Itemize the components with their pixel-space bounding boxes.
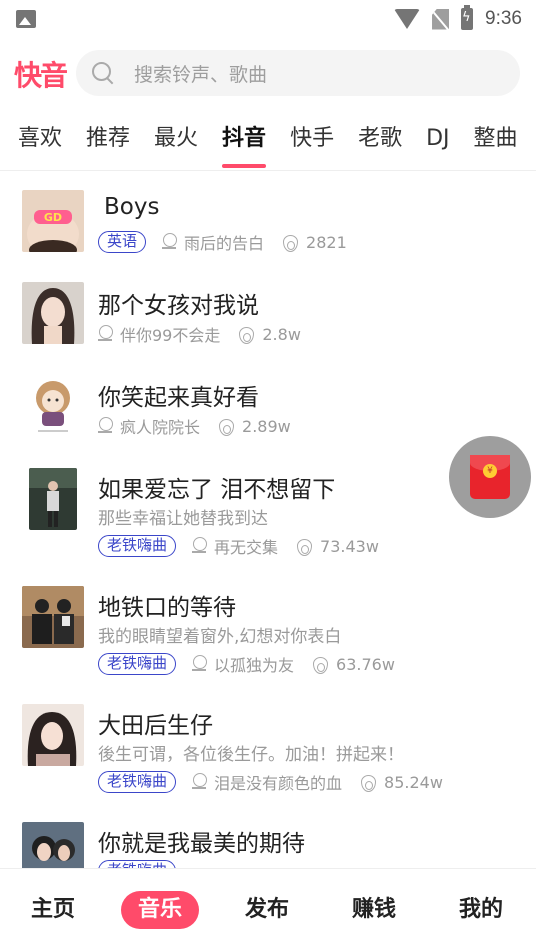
- tab-dj[interactable]: DJ: [426, 116, 449, 170]
- song-cover: [22, 374, 84, 436]
- song-title: 你就是我最美的期待: [98, 831, 305, 857]
- artist-name: 再无交集: [214, 538, 279, 557]
- song-row[interactable]: 你就是我最美的期待 老铁嗨曲: [0, 822, 536, 868]
- artist-name: 疯人院院长: [120, 418, 201, 437]
- play-count: 2821: [306, 232, 347, 252]
- search-icon: [92, 62, 114, 84]
- song-row[interactable]: GD Boys 英语 雨后的告白 2821: [0, 188, 536, 268]
- fire-icon: [360, 773, 377, 792]
- gallery-icon: [16, 10, 36, 28]
- nav-publish[interactable]: 发布: [245, 891, 289, 929]
- nav-music[interactable]: 音乐: [121, 891, 200, 929]
- fire-icon: [296, 537, 313, 556]
- bottom-nav: 主页 音乐 发布 赚钱 我的: [0, 868, 536, 952]
- song-cover: [22, 704, 84, 766]
- song-title: 地铁口的等待: [98, 595, 236, 621]
- red-packet-button[interactable]: [449, 436, 531, 518]
- search-input[interactable]: 搜索铃声、歌曲: [76, 50, 520, 96]
- svg-text:GD: GD: [44, 211, 62, 224]
- genre-tag[interactable]: 老铁嗨曲: [98, 535, 177, 557]
- song-cover: GD: [22, 190, 84, 252]
- tab-hottest[interactable]: 最火: [154, 116, 198, 170]
- genre-tag[interactable]: 老铁嗨曲: [98, 771, 177, 793]
- user-icon: [192, 773, 208, 791]
- user-icon: [192, 655, 208, 673]
- play-count: 2.89w: [242, 416, 291, 436]
- wifi-icon: [394, 9, 421, 29]
- tab-like[interactable]: 喜欢: [18, 116, 62, 170]
- fire-icon: [218, 417, 235, 436]
- nav-home[interactable]: 主页: [31, 891, 75, 929]
- song-row[interactable]: 你笑起来真好看 疯人院院长 2.89w: [0, 372, 536, 452]
- song-title: 那个女孩对我说: [98, 293, 259, 319]
- user-icon: [98, 417, 113, 435]
- song-meta: 老铁嗨曲 以孤独为友 63.76w: [98, 652, 395, 676]
- user-icon: [192, 537, 208, 555]
- play-count: 63.76w: [336, 654, 395, 674]
- status-bar: ϟ 9:36: [0, 0, 536, 38]
- app-logo: 快音: [14, 61, 68, 92]
- nav-mine[interactable]: 我的: [459, 891, 503, 929]
- song-title: 如果爱忘了 泪不想留下: [98, 477, 336, 503]
- song-title: 你笑起来真好看: [98, 385, 259, 411]
- song-list: GD Boys 英语 雨后的告白 2821 那个女孩对我说 伴你99不会走 2.…: [0, 172, 536, 868]
- song-meta: 老铁嗨曲 再无交集 73.43w: [98, 534, 379, 558]
- genre-tag[interactable]: 英语: [98, 231, 147, 253]
- song-cover: [29, 468, 77, 530]
- fire-icon: [238, 325, 255, 344]
- tab-douyin[interactable]: 抖音: [222, 116, 267, 170]
- tab-full-songs[interactable]: 整曲: [474, 116, 518, 170]
- artist-name: 雨后的告白: [184, 234, 265, 253]
- tab-recommend[interactable]: 推荐: [86, 116, 130, 170]
- artist-name: 泪是没有颜色的血: [214, 774, 343, 793]
- song-title: 大田后生仔: [98, 713, 213, 739]
- song-meta: 疯人院院长 2.89w: [98, 414, 291, 438]
- genre-tag[interactable]: 老铁嗨曲: [98, 860, 177, 868]
- category-tabs: 喜欢 推荐 最火 抖音 快手 老歌 DJ 整曲: [0, 116, 536, 170]
- tab-old-songs[interactable]: 老歌: [358, 116, 402, 170]
- user-icon: [162, 233, 178, 251]
- search-placeholder: 搜索铃声、歌曲: [134, 63, 268, 86]
- song-row[interactable]: 大田后生仔 後生可谓，各位後生仔。加油！拼起来！ 老铁嗨曲 泪是没有颜色的血 8…: [0, 704, 536, 808]
- battery-charging-icon: ϟ: [461, 5, 474, 30]
- fire-icon: [312, 655, 329, 674]
- song-subtitle: 那些幸福让她替我到达: [98, 509, 268, 529]
- play-count: 73.43w: [320, 536, 379, 556]
- song-subtitle: 後生可谓，各位後生仔。加油！拼起来！: [98, 745, 404, 765]
- song-subtitle: 我的眼睛望着窗外,幻想对你表白: [98, 627, 342, 647]
- genre-tag[interactable]: 老铁嗨曲: [98, 653, 177, 675]
- user-icon: [98, 325, 113, 343]
- song-cover: [22, 282, 84, 344]
- clock: 9:36: [485, 8, 522, 29]
- play-count: 2.8w: [262, 324, 301, 344]
- divider: [0, 170, 536, 171]
- song-meta: 伴你99不会走 2.8w: [98, 322, 301, 346]
- song-cover: [22, 822, 84, 868]
- artist-name: 以孤独为友: [214, 656, 295, 675]
- nav-earn[interactable]: 赚钱: [352, 891, 396, 929]
- song-meta: 老铁嗨曲 泪是没有颜色的血 85.24w: [98, 770, 443, 794]
- song-row[interactable]: 地铁口的等待 我的眼睛望着窗外,幻想对你表白 老铁嗨曲 以孤独为友 63.76w: [0, 584, 536, 688]
- fire-icon: [282, 233, 299, 252]
- song-meta: 英语 雨后的告白 2821: [98, 230, 347, 254]
- artist-name: 伴你99不会走: [120, 326, 221, 345]
- song-cover: [22, 586, 84, 648]
- header: 快音 搜索铃声、歌曲: [0, 50, 536, 96]
- red-packet-icon: [470, 455, 510, 499]
- song-meta: 老铁嗨曲: [98, 860, 192, 868]
- tab-kuaishou[interactable]: 快手: [290, 116, 334, 170]
- play-count: 85.24w: [384, 772, 443, 792]
- no-sim-icon: [432, 8, 450, 30]
- song-row[interactable]: 那个女孩对我说 伴你99不会走 2.8w: [0, 280, 536, 360]
- song-title: Boys: [104, 194, 160, 220]
